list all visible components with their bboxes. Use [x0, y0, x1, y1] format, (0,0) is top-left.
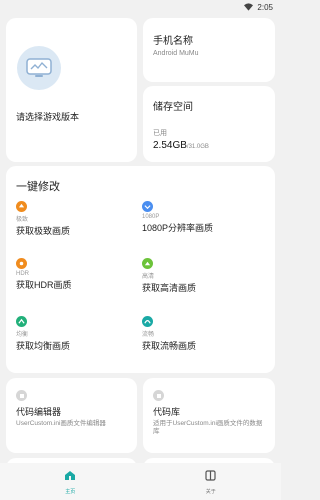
code-editor-title: 代码编辑器 [16, 407, 62, 417]
device-name: Android MuMu [153, 50, 199, 57]
storage-used-value: 2.54GB [153, 140, 187, 151]
one-click-title: 一键修改 [16, 181, 60, 193]
code-icon [16, 390, 27, 401]
storage-card: 储存空间 已用 2.54GB/31.0GB [143, 86, 275, 162]
option-label: 获取流畅画质 [142, 341, 197, 351]
option-label: 获取高清画质 [142, 283, 197, 293]
code-library-title: 代码库 [153, 407, 181, 417]
device-card: 手机名称 Android MuMu [143, 18, 275, 82]
option-label: 获取均衡画质 [16, 341, 71, 351]
bottom-nav: 主页 关于 [0, 463, 281, 500]
main-scroll[interactable]: 请选择游戏版本 手机名称 Android MuMu 储存空间 已用 2.54GB… [0, 18, 281, 464]
storage-title: 储存空间 [153, 102, 193, 113]
option-label: 获取极致画质 [16, 226, 71, 236]
option-hdr[interactable]: HDR 获取HDR画质 [16, 258, 136, 291]
game-version-card[interactable]: 请选择游戏版本 [6, 18, 137, 162]
game-version-label: 请选择游戏版本 [16, 112, 80, 122]
storage-total-value: /31.0GB [186, 144, 209, 150]
nav-about[interactable]: 关于 [181, 468, 241, 495]
option-label: 获取HDR画质 [16, 280, 72, 290]
option-tag: 1080P [142, 214, 160, 220]
nav-home[interactable]: 主页 [40, 468, 100, 495]
option-ultra[interactable]: 极致 获取极致画质 [16, 201, 136, 237]
status-bar: 2:05 [0, 0, 281, 14]
code-editor-card[interactable]: 代码编辑器 UserCustom.ini画质文件编辑器 [6, 378, 137, 453]
hd-icon [142, 201, 153, 212]
code-editor-desc: UserCustom.ini画质文件编辑器 [16, 420, 106, 427]
hq-icon [142, 258, 153, 269]
database-icon [153, 390, 164, 401]
code-library-desc: 适用于UserCustom.ini画质文件的数据库 [153, 420, 263, 435]
smooth-icon [142, 316, 153, 327]
option-balanced[interactable]: 均衡 获取均衡画质 [16, 316, 136, 352]
storage-value: 2.54GB/31.0GB [153, 140, 209, 151]
option-tag: 高清 [142, 274, 155, 280]
option-tag: HDR [16, 271, 29, 277]
home-icon [64, 468, 76, 486]
option-tag: 极致 [16, 217, 29, 223]
option-label: 1080P分辨率画质 [142, 223, 214, 233]
status-time: 2:05 [257, 2, 273, 12]
hdr-icon [16, 258, 27, 269]
storage-used-label: 已用 [153, 130, 167, 137]
option-tag: 流畅 [142, 332, 155, 338]
game-icon [17, 46, 61, 90]
wifi-icon [244, 3, 254, 11]
code-library-card[interactable]: 代码库 适用于UserCustom.ini画质文件的数据库 [143, 378, 275, 453]
bolt-icon [16, 201, 27, 212]
nav-home-label: 主页 [65, 489, 76, 495]
about-icon [205, 468, 216, 486]
option-smooth[interactable]: 流畅 获取流畅画质 [142, 316, 262, 352]
device-title: 手机名称 [153, 36, 193, 47]
nav-about-label: 关于 [205, 489, 216, 495]
option-tag: 均衡 [16, 332, 29, 338]
one-click-card: 一键修改 极致 获取极致画质 1080P 1080P分辨率画质 HDR 获取HD… [6, 166, 275, 373]
balance-icon [16, 316, 27, 327]
option-1080p[interactable]: 1080P 1080P分辨率画质 [142, 201, 262, 234]
option-hq[interactable]: 高清 获取高清画质 [142, 258, 262, 294]
